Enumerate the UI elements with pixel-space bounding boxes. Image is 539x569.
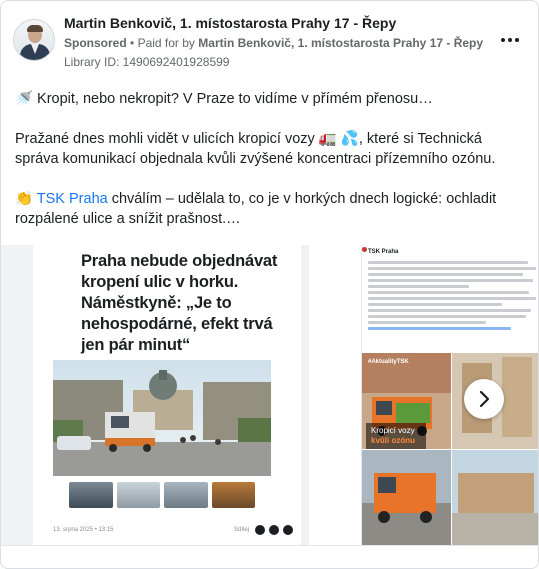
chevron-right-icon[interactable]: [464, 379, 504, 419]
paid-for-name: Martin Benkovič, 1. místostarosta Prahy …: [198, 36, 484, 50]
share-row: Sdílej: [234, 525, 293, 535]
truck-emoji: 🚛: [318, 131, 337, 147]
carousel-slide-article[interactable]: Praha nebude objednávat kropení ulic v h…: [33, 245, 301, 545]
more-horizontal-icon[interactable]: [498, 31, 522, 49]
body-paragraph-2: Pražané dnes mohli vidět v ulicích kropi…: [15, 131, 496, 167]
body-paragraph-3: 👏 TSK Praha chválím – udělala to, co je …: [15, 191, 497, 227]
ad-card: Martin Benkovič, 1. místostarosta Prahy …: [0, 0, 539, 569]
paid-for-prefix: Paid for by: [137, 36, 195, 50]
tsk-praha-link[interactable]: TSK Praha: [37, 191, 108, 207]
tsk-logo-icon: [362, 247, 367, 252]
post-body: 🚿 Kropit, nebo nekropit? V Praze to vidí…: [15, 89, 527, 249]
tsk-hashtag: #AktualityTSK: [368, 359, 409, 365]
thumbnail: [164, 482, 208, 508]
sponsored-line: Sponsored • Paid for by Martin Benkovič,…: [64, 36, 484, 50]
photo-caption: Kropicí vozy kvůli ozónu: [366, 423, 426, 449]
water-emoji: 💦: [340, 131, 359, 147]
article-photo: [53, 360, 271, 476]
x-icon[interactable]: [269, 525, 279, 535]
share-label: Sdílej: [233, 527, 249, 533]
thumbnail: [211, 482, 255, 508]
sponsored-label: Sponsored: [64, 36, 127, 50]
clap-emoji: 👏: [15, 191, 34, 207]
article-thumbnails: [69, 482, 255, 508]
tsk-photo-grid: #AktualityTSK Kropicí vozy kvůli ozónu: [362, 353, 538, 545]
instagram-icon[interactable]: [283, 525, 293, 535]
post-footer: [1, 545, 538, 568]
tsk-post-text: [368, 261, 536, 333]
page-name[interactable]: Martin Benkovič, 1. místostarosta Prahy …: [64, 15, 396, 31]
shower-emoji: 🚿: [15, 91, 34, 107]
media-carousel[interactable]: Praha nebude objednávat kropení ulic v h…: [1, 245, 538, 545]
library-id: Library ID: 1490692401928599: [64, 55, 230, 69]
post-header: Martin Benkovič, 1. místostarosta Prahy …: [13, 11, 526, 71]
carousel-slide-tsk-post[interactable]: TSK Praha #AktualityTSK Kropicí vozy kvů…: [309, 245, 538, 545]
article-headline: Praha nebude objednávat kropení ulic v h…: [81, 252, 278, 354]
thumbnail: [116, 482, 160, 508]
avatar[interactable]: [13, 19, 55, 61]
body-line-1: 🚿 Kropit, nebo nekropit? V Praze to vidí…: [15, 91, 433, 107]
thumbnail: [69, 482, 113, 508]
facebook-icon[interactable]: [255, 525, 265, 535]
tsk-page-name: TSK Praha: [368, 249, 399, 255]
